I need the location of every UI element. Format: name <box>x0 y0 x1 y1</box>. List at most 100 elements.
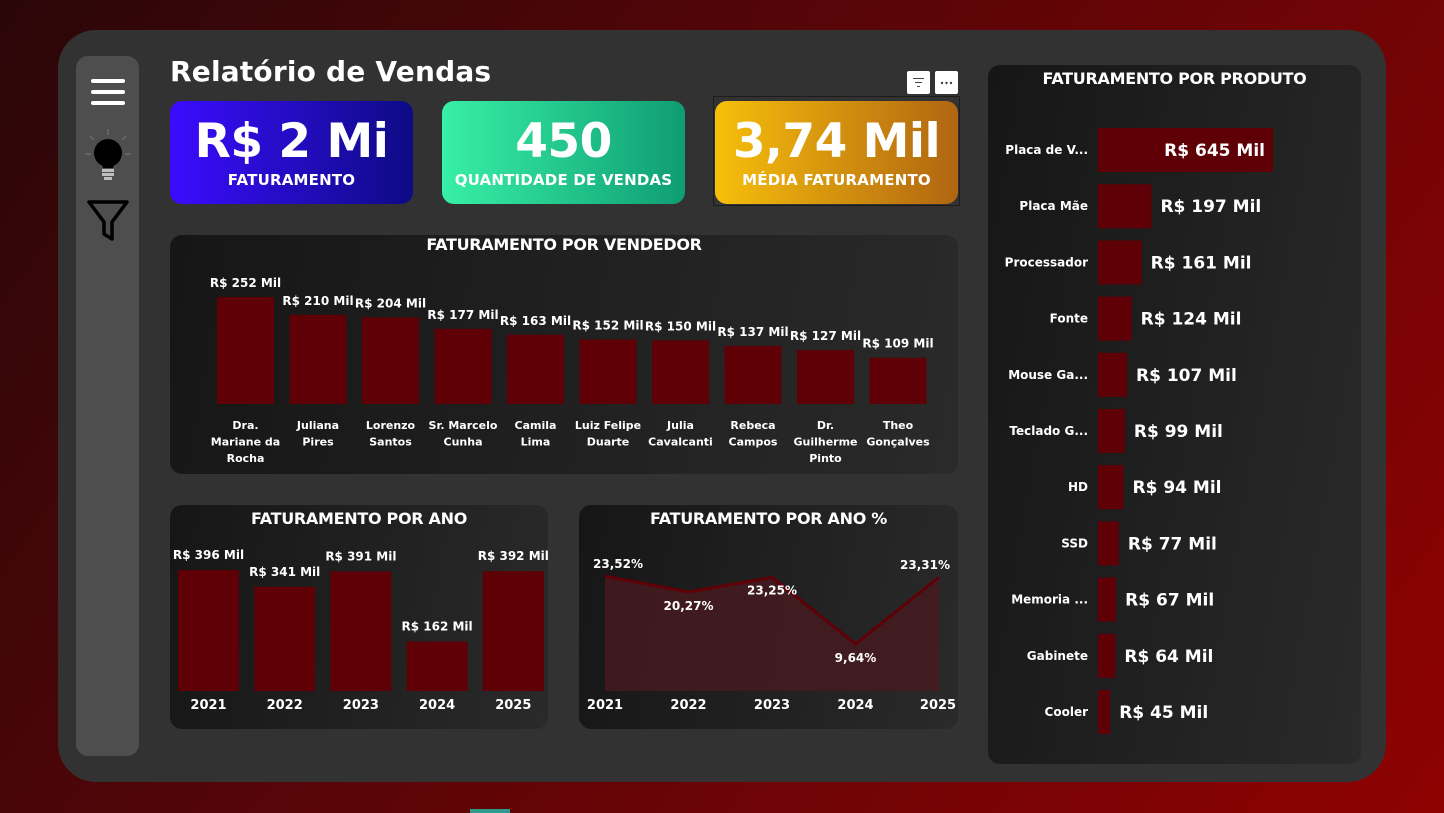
x-tick-label: 2021 <box>190 698 226 713</box>
data-label: R$ 210 Mil <box>282 294 353 308</box>
kpi-card-faturamento[interactable]: R$ 2 Mi FATURAMENTO <box>170 101 413 204</box>
produto-bar-chart: Placa de V... R$ 645 Mil Placa Mãe R$ 197 M… <box>1005 128 1273 734</box>
x-tick-label: Gonçalves <box>866 436 930 449</box>
bar <box>1098 409 1125 453</box>
x-tick-label: 2022 <box>267 698 303 713</box>
x-tick-label: Dra. <box>232 419 258 432</box>
data-label: R$ 392 Mil <box>478 549 548 563</box>
x-tick-label: Theo <box>883 419 914 432</box>
bar <box>1098 240 1142 285</box>
bar <box>1098 690 1111 734</box>
y-tick-label: Placa Mãe <box>1019 199 1088 213</box>
data-label: R$ 77 Mil <box>1128 534 1217 554</box>
kpi-value: 450 <box>515 114 612 169</box>
x-tick-label: Cunha <box>444 436 483 449</box>
x-tick-label: 2023 <box>343 698 379 713</box>
data-label: R$ 204 Mil <box>355 296 426 310</box>
visual-toolbar <box>907 71 958 94</box>
x-tick-label: Pinto <box>809 452 842 465</box>
bar <box>254 586 316 691</box>
x-tick-label: Campos <box>729 436 778 449</box>
x-tick-label: Julia <box>666 419 694 432</box>
x-tick-label: Cavalcanti <box>648 436 713 449</box>
data-label: R$ 252 Mil <box>210 276 281 290</box>
data-label: 23,25% <box>747 583 797 597</box>
kpi-value: 3,74 Mil <box>732 114 941 169</box>
x-tick-label: Juliana <box>296 419 339 432</box>
data-label: R$ 67 Mil <box>1125 591 1214 611</box>
sidebar <box>76 56 139 756</box>
x-tick-label: 2021 <box>587 698 623 713</box>
kpi-card-quantidade-vendas[interactable]: 450 QUANTIDADE DE VENDAS <box>442 101 685 204</box>
data-label: R$ 177 Mil <box>427 308 498 322</box>
kpi-value: R$ 2 Mi <box>194 114 389 169</box>
x-tick-label: Lorenzo <box>366 419 416 432</box>
menu-icon[interactable] <box>76 77 139 107</box>
bar <box>217 297 274 404</box>
data-label: R$ 127 Mil <box>790 329 861 343</box>
bar <box>652 340 709 404</box>
data-label: R$ 391 Mil <box>325 550 396 564</box>
kpi-card-media-faturamento[interactable]: 3,74 Mil MÉDIA FATURAMENTO <box>715 101 958 204</box>
bar <box>869 357 927 404</box>
lightbulb-icon[interactable] <box>76 128 139 182</box>
bar <box>1098 577 1117 622</box>
y-tick-label: Mouse Ga... <box>1008 368 1088 382</box>
bar <box>406 641 468 691</box>
bar <box>482 571 544 691</box>
bar <box>1098 633 1116 678</box>
data-label: 9,64% <box>835 651 877 665</box>
y-tick-label: SSD <box>1061 536 1088 550</box>
bar <box>1098 352 1128 397</box>
vendedor-bar-chart: R$ 252 Mil Dra. Mariane da Rocha R$ 210 Mil J… <box>210 276 934 465</box>
data-label: R$ 45 Mil <box>1119 703 1208 723</box>
chart-faturamento-ano[interactable]: FATURAMENTO POR ANO R$ 396 Mil 2021 R$ 341… <box>170 505 548 729</box>
more-options-icon[interactable] <box>935 71 958 94</box>
x-tick-label: Dr. <box>817 419 834 432</box>
x-tick-label: Mariane da <box>211 436 280 449</box>
x-tick-label: 2023 <box>754 698 790 713</box>
y-tick-label: HD <box>1068 480 1088 494</box>
data-label: R$ 107 Mil <box>1136 366 1237 386</box>
y-tick-label: Gabinete <box>1027 649 1088 663</box>
x-tick-label: Sr. Marcelo <box>429 419 498 432</box>
data-label: R$ 99 Mil <box>1134 422 1223 442</box>
filter-icon[interactable] <box>76 198 139 244</box>
data-label: R$ 162 Mil <box>402 620 473 634</box>
y-tick-label: Teclado G... <box>1009 424 1088 438</box>
x-tick-label: 2024 <box>837 698 873 713</box>
data-label: R$ 152 Mil <box>572 318 643 332</box>
x-tick-label: Rebeca <box>730 419 775 432</box>
bar <box>797 350 854 404</box>
y-tick-label: Fonte <box>1050 312 1088 326</box>
x-tick-label: Duarte <box>587 436 630 449</box>
ano-bar-chart: R$ 396 Mil 2021 R$ 341 Mil 2022 R$ 391 Mil 20… <box>173 548 548 713</box>
data-label: R$ 137 Mil <box>717 325 788 339</box>
x-tick-label: 2024 <box>419 698 455 713</box>
chart-faturamento-produto[interactable]: FATURAMENTO POR PRODUTO Placa de V... R$ … <box>988 65 1361 764</box>
data-label: 23,52% <box>593 557 643 571</box>
bar <box>1098 521 1119 566</box>
kpi-label: QUANTIDADE DE VENDAS <box>454 171 673 189</box>
x-tick-label: Pires <box>302 436 334 449</box>
data-label: R$ 64 Mil <box>1124 647 1213 667</box>
filter-lines-icon[interactable] <box>907 71 930 94</box>
data-label: 20,27% <box>664 599 714 613</box>
bar <box>1098 465 1124 510</box>
data-label: R$ 150 Mil <box>645 319 716 333</box>
page-title: Relatório de Vendas <box>170 55 492 88</box>
chart-faturamento-ano-pct[interactable]: FATURAMENTO POR ANO % 23,52% 2021 20,27% 20… <box>579 505 958 729</box>
data-label: 23,31% <box>900 558 950 572</box>
data-label: R$ 396 Mil <box>173 548 244 562</box>
bar <box>178 570 239 691</box>
bar <box>289 314 347 404</box>
kpi-label: FATURAMENTO <box>227 171 356 189</box>
x-tick-label: Santos <box>369 436 412 449</box>
x-tick-label: 2025 <box>495 698 531 713</box>
data-label: R$ 109 Mil <box>862 337 933 351</box>
chart-faturamento-vendedor[interactable]: FATURAMENTO POR VENDEDOR R$ 252 Mil Dra. M… <box>170 235 958 474</box>
data-label: R$ 341 Mil <box>249 565 320 579</box>
x-tick-label: 2022 <box>670 698 706 713</box>
y-tick-label: Memoria ... <box>1011 593 1088 607</box>
bar <box>362 317 419 404</box>
